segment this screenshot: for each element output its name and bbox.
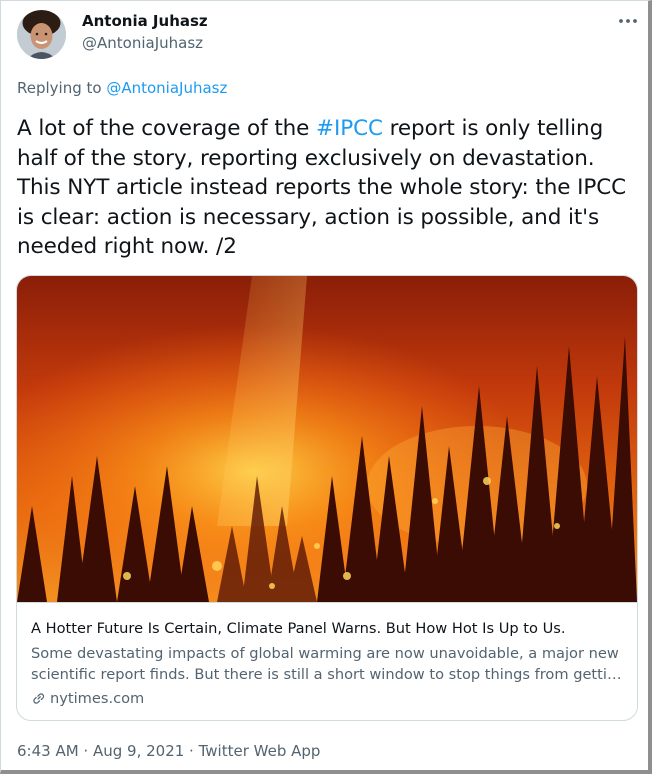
forest-fire-photo bbox=[17, 276, 637, 602]
tweet-container: Antonia Juhasz @AntoniaJuhasz Replying t… bbox=[0, 0, 652, 774]
card-domain: nytimes.com bbox=[31, 690, 144, 707]
card-domain-text: nytimes.com bbox=[50, 690, 145, 707]
card-description-line2: scientific report finds. But there is st… bbox=[31, 666, 626, 683]
replying-prefix: Replying to bbox=[17, 79, 107, 97]
separator: · bbox=[184, 742, 199, 760]
tweet-timestamp: 6:43 AM · Aug 9, 2021 · Twitter Web App bbox=[17, 742, 320, 760]
card-description: Some devastating impacts of global warmi… bbox=[31, 643, 626, 685]
replying-to: Replying to @AntoniaJuhasz bbox=[17, 79, 227, 97]
author-handle[interactable]: @AntoniaJuhasz bbox=[82, 34, 203, 52]
tweet-text-part1: A lot of the coverage of the bbox=[17, 116, 317, 141]
hashtag-link[interactable]: #IPCC bbox=[316, 116, 383, 141]
separator: · bbox=[78, 742, 93, 760]
card-title[interactable]: A Hotter Future Is Certain, Climate Pane… bbox=[31, 620, 566, 637]
ellipsis-icon bbox=[619, 19, 637, 23]
avatar[interactable] bbox=[17, 10, 66, 59]
more-options-button[interactable] bbox=[611, 9, 645, 33]
card-meta: A Hotter Future Is Certain, Climate Pane… bbox=[17, 602, 637, 720]
tweet-date[interactable]: Aug 9, 2021 bbox=[93, 742, 184, 760]
replying-to-link[interactable]: @AntoniaJuhasz bbox=[106, 79, 227, 97]
tweet-text: A lot of the coverage of the #IPCC repor… bbox=[17, 114, 642, 262]
link-icon bbox=[33, 693, 45, 704]
tweet-source[interactable]: Twitter Web App bbox=[199, 742, 321, 760]
link-preview-card[interactable]: A Hotter Future Is Certain, Climate Pane… bbox=[16, 275, 638, 721]
author-name[interactable]: Antonia Juhasz bbox=[82, 12, 208, 30]
card-description-line1: Some devastating impacts of global warmi… bbox=[31, 645, 619, 662]
tweet-time[interactable]: 6:43 AM bbox=[17, 742, 79, 760]
